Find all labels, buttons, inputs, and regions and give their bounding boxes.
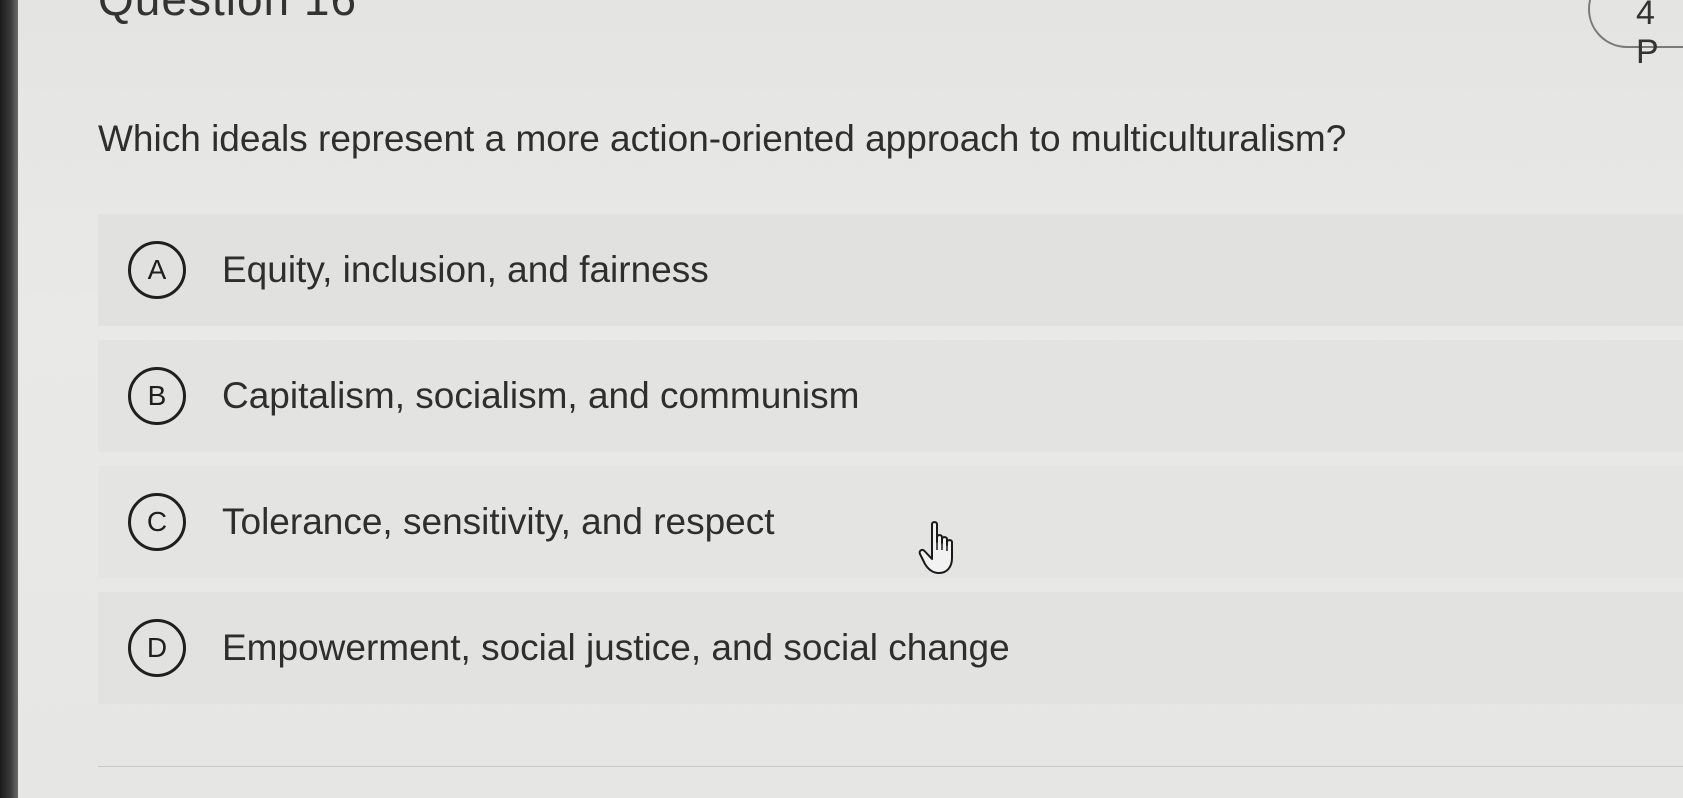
pointer-hand-icon xyxy=(918,521,953,574)
points-label: 4 P xyxy=(1636,0,1659,71)
option-d-label[interactable]: Empowerment, social justice, and social … xyxy=(222,627,1010,669)
option-d[interactable]: D Empowerment, social justice, and socia… xyxy=(98,592,1683,704)
option-b[interactable]: B Capitalism, socialism, and communism xyxy=(98,340,1683,452)
option-a-label[interactable]: Equity, inclusion, and fairness xyxy=(222,249,709,291)
option-a-radio[interactable]: A xyxy=(128,241,186,299)
question-prompt: Which ideals represent a more action-ori… xyxy=(98,118,1347,159)
option-b-radio[interactable]: B xyxy=(128,367,186,425)
option-c-radio[interactable]: C xyxy=(128,493,186,551)
option-d-radio[interactable]: D xyxy=(128,619,186,677)
question-title: Question 16 xyxy=(98,0,357,26)
answer-options: A Equity, inclusion, and fairness B Capi… xyxy=(98,214,1683,718)
option-a[interactable]: A Equity, inclusion, and fairness xyxy=(98,214,1683,326)
section-divider xyxy=(98,766,1683,767)
option-c-label[interactable]: Tolerance, sensitivity, and respect xyxy=(222,501,775,543)
option-c[interactable]: C Tolerance, sensitivity, and respect xyxy=(98,466,1683,578)
screen-bezel xyxy=(0,0,18,798)
option-b-label[interactable]: Capitalism, socialism, and communism xyxy=(222,375,859,417)
